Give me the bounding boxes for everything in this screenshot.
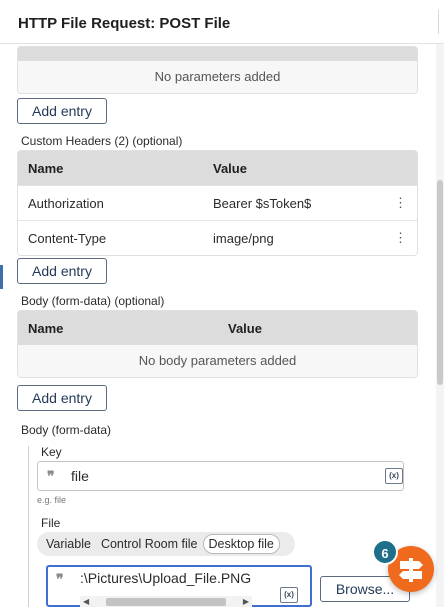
insert-variable-button[interactable]: (x) <box>280 587 298 603</box>
panel-title: HTTP File Request: POST File <box>0 0 444 44</box>
body-parameters-table: Name Value No body parameters added <box>17 310 418 378</box>
key-input[interactable]: ❞ file (x) <box>37 461 404 491</box>
key-hint: e.g. file <box>37 495 67 505</box>
body-empty-message: No body parameters added <box>18 345 417 377</box>
body-form-data-label: Body (form-data) <box>21 423 112 437</box>
parameters-empty-message: No parameters added <box>18 61 417 93</box>
body-table-header: Name Value <box>18 311 417 345</box>
table-row[interactable]: Authorization Bearer $sToken$ ⋮ <box>18 185 417 220</box>
parameters-table-header-strip <box>18 47 417 61</box>
file-path-value: :\Pictures\Upload_File.PNG <box>80 570 252 586</box>
header-name-cell: Content-Type <box>28 230 107 246</box>
header-value-cell: image/png <box>213 230 274 246</box>
vertical-scroll-thumb[interactable] <box>437 180 443 385</box>
custom-headers-table-header: Name Value <box>18 151 417 185</box>
custom-headers-table: Name Value Authorization Bearer $sToken$… <box>17 150 418 256</box>
help-count-badge: 6 <box>372 539 398 565</box>
file-label: File <box>41 516 61 530</box>
left-edge-marker <box>0 265 3 289</box>
section-indent-line <box>28 446 29 607</box>
key-label: Key <box>41 445 62 459</box>
file-source-toggle: Variable Control Room file Desktop file <box>37 532 295 556</box>
file-path-horizontal-scrollbar[interactable]: ◀ ▶ <box>80 596 252 607</box>
header-value-cell: Bearer $sToken$ <box>213 195 312 211</box>
custom-headers-label: Custom Headers (2) (optional) <box>21 134 183 148</box>
column-header-value: Value <box>228 320 262 336</box>
row-menu-icon[interactable]: ⋮ <box>394 195 407 211</box>
body-optional-label: Body (form-data) (optional) <box>21 294 165 308</box>
panel-vertical-scrollbar[interactable] <box>436 44 444 607</box>
scroll-left-arrow-icon[interactable]: ◀ <box>83 596 89 607</box>
row-menu-icon[interactable]: ⋮ <box>394 230 407 246</box>
key-input-value: file <box>71 468 89 484</box>
add-body-parameter-button[interactable]: Add entry <box>17 385 107 411</box>
string-quote-icon: ❞ <box>56 571 63 587</box>
header-name-cell: Authorization <box>28 195 104 211</box>
column-header-name: Name <box>28 320 64 336</box>
insert-variable-button[interactable]: (x) <box>385 468 403 484</box>
horizontal-scroll-thumb[interactable] <box>106 598 226 606</box>
string-quote-icon: ❞ <box>47 468 54 484</box>
table-row[interactable]: Content-Type image/png ⋮ <box>18 220 417 255</box>
add-parameter-button[interactable]: Add entry <box>17 98 107 124</box>
parameters-table: No parameters added <box>17 46 418 94</box>
title-edge-divider <box>438 10 444 34</box>
add-header-button[interactable]: Add entry <box>17 258 107 284</box>
scroll-right-arrow-icon[interactable]: ▶ <box>243 596 249 607</box>
column-header-value: Value <box>213 160 247 176</box>
file-source-control-room[interactable]: Control Room file <box>96 534 203 554</box>
file-source-variable[interactable]: Variable <box>41 534 96 554</box>
file-source-desktop[interactable]: Desktop file <box>202 534 280 554</box>
column-header-name: Name <box>28 160 64 176</box>
